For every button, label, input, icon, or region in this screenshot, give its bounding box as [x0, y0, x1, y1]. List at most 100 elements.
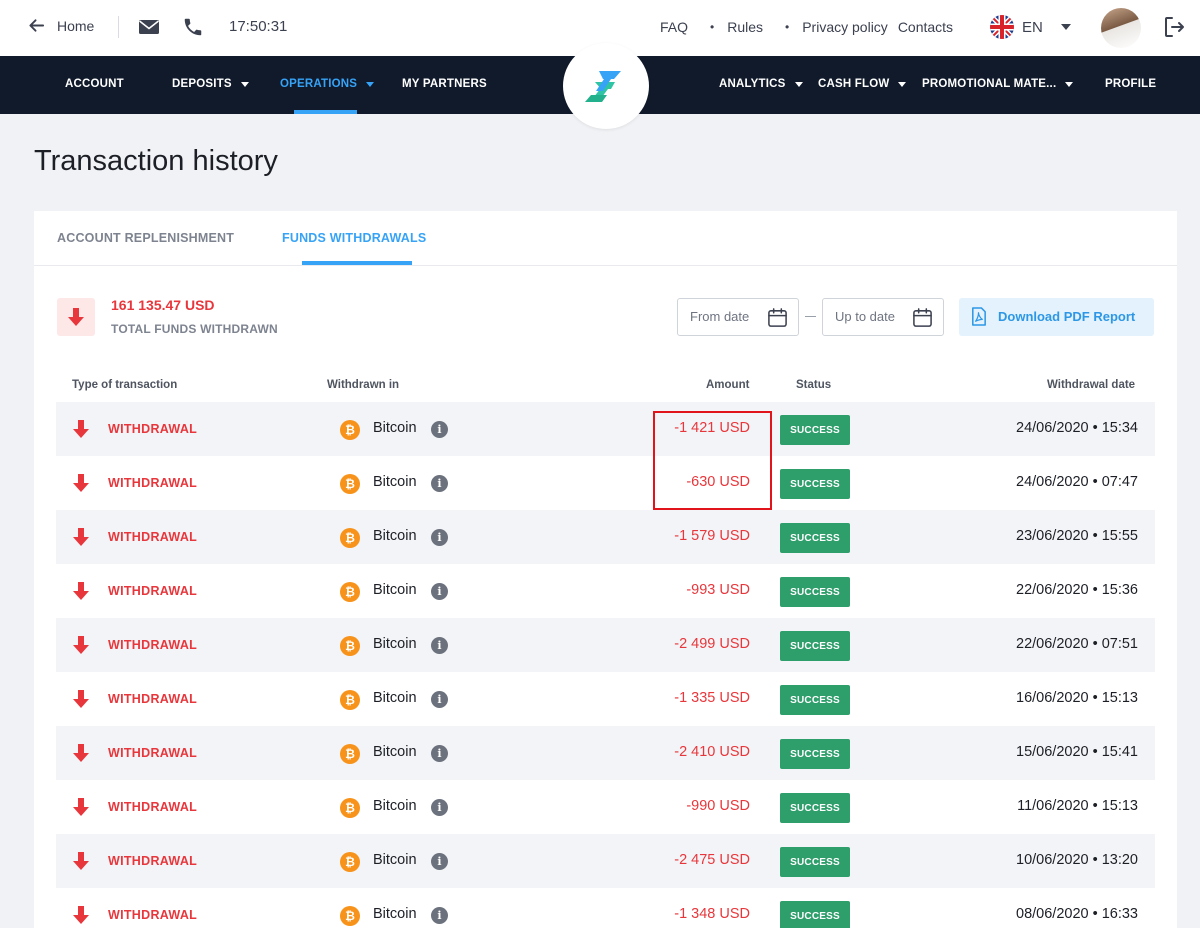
- download-pdf-label: Download PDF Report: [998, 309, 1136, 324]
- user-avatar[interactable]: [1101, 8, 1141, 48]
- column-header-type: Type of transaction: [72, 379, 178, 391]
- table-row: WITHDRAWAL ₿ Bitcoin i -990 USD SUCCESS 11/06/…: [56, 780, 1155, 834]
- contacts-link[interactable]: Contacts: [898, 19, 953, 35]
- home-link[interactable]: Home: [28, 17, 94, 34]
- transaction-amount: -2 475 USD: [674, 852, 750, 868]
- brand-logo[interactable]: [563, 43, 649, 129]
- column-header-status: Status: [796, 379, 832, 391]
- info-icon[interactable]: i: [431, 799, 448, 816]
- wallet-name: Bitcoin: [373, 906, 417, 922]
- from-date-field[interactable]: [677, 298, 799, 336]
- table-row: WITHDRAWAL ₿ Bitcoin i -1 579 USD SUCCESS 23/0…: [56, 510, 1155, 564]
- info-icon[interactable]: i: [431, 853, 448, 870]
- date-range-dash: [805, 316, 816, 317]
- transaction-type: WITHDRAWAL: [108, 692, 198, 706]
- transaction-type: WITHDRAWAL: [108, 638, 198, 652]
- arrow-down-icon: [73, 798, 89, 816]
- chevron-down-icon: [794, 81, 803, 87]
- nav-account[interactable]: ACCOUNT: [65, 78, 124, 90]
- nav-cash-flow[interactable]: CASH FLOW: [818, 78, 907, 90]
- wallet-name: Bitcoin: [373, 474, 417, 490]
- transaction-type: WITHDRAWAL: [108, 530, 198, 544]
- withdrawal-date: 22/06/2020 • 07:51: [1016, 636, 1138, 652]
- bitcoin-icon: ₿: [340, 528, 360, 548]
- transaction-type: WITHDRAWAL: [108, 854, 198, 868]
- to-date-field[interactable]: [822, 298, 944, 336]
- wallet-name: Bitcoin: [373, 798, 417, 814]
- info-icon[interactable]: i: [431, 907, 448, 924]
- bitcoin-icon: ₿: [340, 420, 360, 440]
- transaction-amount: -2 499 USD: [674, 636, 750, 652]
- withdrawal-date: 10/06/2020 • 13:20: [1016, 852, 1138, 868]
- transaction-amount: -993 USD: [686, 582, 750, 598]
- table-row: WITHDRAWAL ₿ Bitcoin i -2 475 USD SUCCESS 10/0…: [56, 834, 1155, 888]
- topbar-divider: [118, 16, 119, 38]
- transactions-card: ACCOUNT REPLENISHMENT FUNDS WITHDRAWALS …: [34, 211, 1177, 928]
- arrow-down-icon: [73, 690, 89, 708]
- language-selector[interactable]: EN: [990, 15, 1071, 39]
- bitcoin-icon: ₿: [340, 744, 360, 764]
- bitcoin-icon: ₿: [340, 474, 360, 494]
- info-icon[interactable]: i: [431, 637, 448, 654]
- nav-label: ACCOUNT: [65, 78, 124, 90]
- nav-analytics[interactable]: ANALYTICS: [719, 78, 803, 90]
- faq-link[interactable]: FAQ: [660, 19, 688, 35]
- phone-icon[interactable]: [182, 16, 204, 38]
- rules-link[interactable]: Rules: [727, 19, 763, 35]
- info-icon[interactable]: i: [431, 529, 448, 546]
- envelope-icon[interactable]: [138, 17, 160, 37]
- bitcoin-icon: ₿: [340, 582, 360, 602]
- privacy-policy-link[interactable]: Privacy policy: [802, 19, 888, 35]
- nav-operations[interactable]: OPERATIONS: [280, 78, 375, 90]
- status-badge: SUCCESS: [780, 577, 850, 607]
- transaction-amount: -2 410 USD: [674, 744, 750, 760]
- nav-deposits[interactable]: DEPOSITS: [172, 78, 249, 90]
- summary-badge: [57, 298, 95, 336]
- withdrawal-date: 22/06/2020 • 15:36: [1016, 582, 1138, 598]
- info-icon[interactable]: i: [431, 475, 448, 492]
- transaction-type: WITHDRAWAL: [108, 476, 198, 490]
- withdrawal-date: 15/06/2020 • 15:41: [1016, 744, 1138, 760]
- withdrawal-date: 11/06/2020 • 15:13: [1017, 798, 1138, 814]
- nav-label: PROMOTIONAL MATE...: [922, 78, 1057, 90]
- to-date-input[interactable]: [835, 309, 915, 324]
- arrow-down-icon: [73, 420, 89, 438]
- total-withdrawn-amount: 161 135.47 USD: [111, 297, 215, 313]
- arrow-left-icon: [29, 19, 45, 32]
- arrow-down-icon: [73, 906, 89, 924]
- wallet-name: Bitcoin: [373, 528, 417, 544]
- info-icon[interactable]: i: [431, 745, 448, 762]
- nav-promotional-materials[interactable]: PROMOTIONAL MATE...: [922, 78, 1074, 90]
- arrow-down-icon: [73, 636, 89, 654]
- status-badge: SUCCESS: [780, 415, 850, 445]
- bitcoin-icon: ₿: [340, 798, 360, 818]
- calendar-icon[interactable]: [767, 307, 788, 328]
- logout-icon[interactable]: [1162, 15, 1186, 39]
- tab-funds-withdrawals[interactable]: FUNDS WITHDRAWALS: [282, 231, 426, 245]
- bitcoin-icon: ₿: [340, 690, 360, 710]
- nav-label: MY PARTNERS: [402, 78, 487, 90]
- wallet-name: Bitcoin: [373, 852, 417, 868]
- calendar-icon[interactable]: [912, 307, 933, 328]
- total-withdrawn-label: TOTAL FUNDS WITHDRAWN: [111, 322, 278, 336]
- tab-account-replenishment[interactable]: ACCOUNT REPLENISHMENT: [57, 231, 234, 245]
- withdrawal-date: 24/06/2020 • 07:47: [1016, 474, 1138, 490]
- transaction-type: WITHDRAWAL: [108, 746, 198, 760]
- transaction-amount: -1 421 USD: [674, 420, 750, 436]
- nav-my-partners[interactable]: MY PARTNERS: [402, 78, 487, 90]
- nav-label: CASH FLOW: [818, 78, 890, 90]
- nav-label: OPERATIONS: [280, 78, 358, 90]
- column-header-date: Withdrawal date: [1047, 379, 1136, 391]
- nav-profile[interactable]: PROFILE: [1105, 78, 1156, 90]
- info-icon[interactable]: i: [431, 691, 448, 708]
- info-icon[interactable]: i: [431, 421, 448, 438]
- nav-label: ANALYTICS: [719, 78, 786, 90]
- info-icon[interactable]: i: [431, 583, 448, 600]
- nav-active-indicator: [294, 110, 357, 114]
- column-header-amount: Amount: [706, 379, 750, 391]
- table-row: WITHDRAWAL ₿ Bitcoin i -1 348 USD SUCCESS 08/0…: [56, 888, 1155, 928]
- from-date-input[interactable]: [690, 309, 770, 324]
- download-pdf-button[interactable]: Download PDF Report: [959, 298, 1154, 336]
- status-badge: SUCCESS: [780, 685, 850, 715]
- status-badge: SUCCESS: [780, 901, 850, 928]
